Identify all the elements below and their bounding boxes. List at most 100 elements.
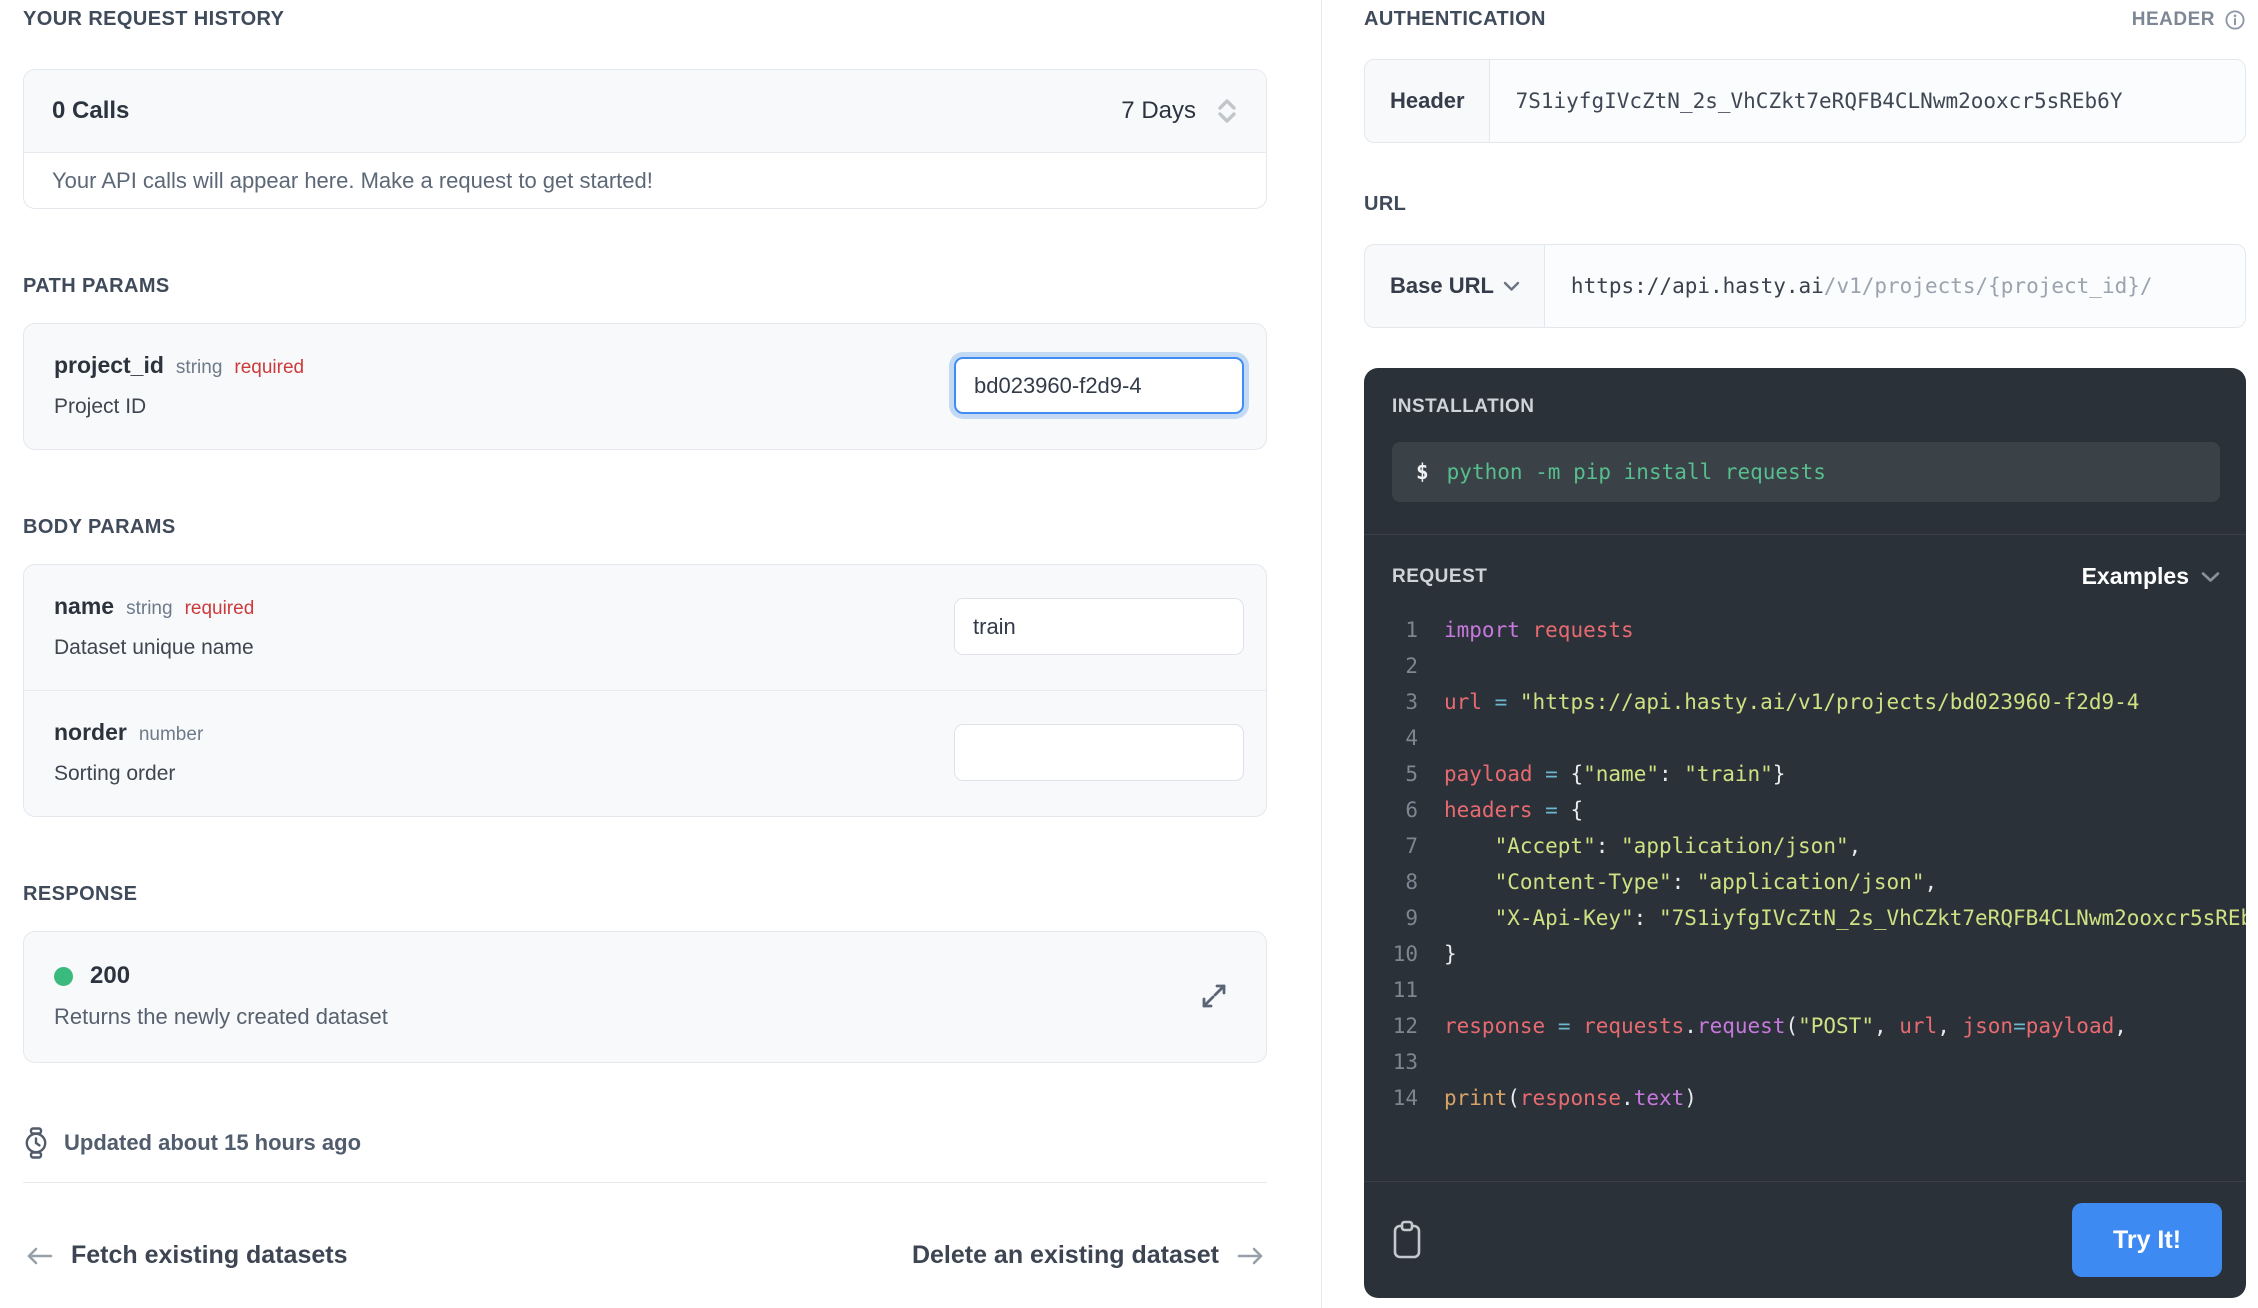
auth-header-row: AUTHENTICATION HEADER [1364,8,2246,31]
dataset-name-input[interactable] [954,598,1244,655]
param-row-project-id: project_id string required Project ID [24,324,1266,449]
path-params-box: project_id string required Project ID [23,323,1267,450]
code-line: 1import requests [1392,612,2246,648]
code-block[interactable]: 1import requests23url = "https://api.has… [1364,612,2246,1181]
param-row-name: name string required Dataset unique name [24,565,1266,690]
authentication-title: AUTHENTICATION [1364,8,1546,31]
unfold-chevrons-icon [1216,97,1238,125]
param-type: string [176,357,222,379]
try-it-button[interactable]: Try It! [2072,1203,2222,1277]
auth-type-label: HEADER [2132,9,2215,31]
code-line: 2 [1392,648,2246,684]
param-required-flag: required [234,357,304,379]
examples-label: Examples [2082,563,2189,590]
response-summary: 200 Returns the newly created dataset [54,962,388,1030]
request-history-title: YOUR REQUEST HISTORY [23,8,1267,31]
api-key-value[interactable]: 7S1iyfgIVcZtN_2s_VhCZkt7eRQFB4CLNwm2ooxc… [1490,60,2245,142]
pager-prev-label: Fetch existing datasets [71,1241,347,1270]
right-column: AUTHENTICATION HEADER Header 7S1iyfgIVcZ… [1322,0,2258,1308]
info-icon [2224,9,2246,31]
install-command: python -m pip install requests [1447,460,1826,484]
examples-dropdown[interactable]: Examples [2082,563,2220,590]
request-header-row: REQUEST Examples [1364,535,2246,590]
param-info: name string required Dataset unique name [54,593,254,660]
param-required-flag: required [185,598,255,620]
request-title: REQUEST [1392,566,1487,588]
param-info: project_id string required Project ID [54,352,304,419]
url-box: Base URL https://api.hasty.ai/v1/project… [1364,244,2246,328]
period-value: 7 Days [1121,97,1196,125]
param-head: norder number [54,719,203,746]
norder-input[interactable] [954,724,1244,781]
code-line: 13 [1392,1044,2246,1080]
period-select[interactable]: 7 Days [1121,97,1238,125]
param-name: name [54,593,114,620]
shell-prompt: $ [1416,460,1429,484]
project-id-input[interactable] [954,357,1244,414]
param-type: string [126,598,172,620]
code-line: 14print(response.text) [1392,1080,2246,1116]
updated-text: Updated about 15 hours ago [64,1130,361,1156]
param-type: number [139,724,203,746]
param-name: norder [54,719,127,746]
response-title: RESPONSE [23,883,1267,906]
calls-count: 0 Calls [52,97,129,125]
footer-divider [23,1182,1267,1183]
api-reference-page: YOUR REQUEST HISTORY 0 Calls 7 Days Your… [0,0,2258,1308]
code-line: 5payload = {"name": "train"} [1392,756,2246,792]
code-line: 9 "X-Api-Key": "7S1iyfgIVcZtN_2s_VhCZkt7… [1392,900,2246,936]
updated-row: Updated about 15 hours ago [23,1127,1267,1159]
param-description: Dataset unique name [54,636,254,660]
pager-next-label: Delete an existing dataset [912,1241,1219,1270]
param-row-norder: norder number Sorting order [24,690,1266,816]
left-column: YOUR REQUEST HISTORY 0 Calls 7 Days Your… [0,0,1322,1308]
chevron-down-icon [2201,571,2220,583]
url-title: URL [1364,193,2246,216]
pager-next-link[interactable]: Delete an existing dataset [912,1241,1267,1270]
installation-section: INSTALLATION $ python -m pip install req… [1364,368,2246,502]
code-line: 8 "Content-Type": "application/json", [1392,864,2246,900]
pager-prev-link[interactable]: Fetch existing datasets [23,1241,347,1270]
param-head: project_id string required [54,352,304,379]
status-dot-icon [54,967,73,986]
code-line: 10} [1392,936,2246,972]
base-url-select[interactable]: Base URL [1365,245,1545,327]
code-line: 12response = requests.request("POST", ur… [1392,1008,2246,1044]
install-command-box[interactable]: $ python -m pip install requests [1392,442,2220,502]
url-host: https://api.hasty.ai [1571,274,1824,298]
auth-header-label: Header [1365,60,1490,142]
code-line: 3url = "https://api.hasty.ai/v1/projects… [1392,684,2246,720]
request-history-box: 0 Calls 7 Days Your API calls will appea… [23,69,1267,209]
panel-footer: Try It! [1364,1181,2246,1298]
arrow-left-icon [23,1245,55,1267]
param-description: Sorting order [54,762,203,786]
installation-title: INSTALLATION [1392,396,2220,418]
code-line: 6headers = { [1392,792,2246,828]
param-head: name string required [54,593,254,620]
code-panel: INSTALLATION $ python -m pip install req… [1364,368,2246,1298]
auth-header-box: Header 7S1iyfgIVcZtN_2s_VhCZkt7eRQFB4CLN… [1364,59,2246,143]
chevron-down-icon [1503,281,1520,292]
code-line: 7 "Accept": "application/json", [1392,828,2246,864]
status-code: 200 [90,962,130,990]
history-empty-message: Your API calls will appear here. Make a … [24,153,1266,208]
request-history-header: 0 Calls 7 Days [24,70,1266,153]
response-status: 200 [54,962,388,990]
path-params-title: PATH PARAMS [23,275,1267,298]
clock-icon [23,1127,49,1159]
param-description: Project ID [54,395,304,419]
clipboard-icon[interactable] [1392,1220,1422,1260]
endpoint-url: https://api.hasty.ai/v1/projects/{projec… [1545,245,2245,327]
url-path: /v1/projects/{project_id}/ [1824,274,2153,298]
body-params-box: name string required Dataset unique name… [23,564,1267,817]
expand-icon[interactable] [1196,978,1232,1014]
response-box[interactable]: 200 Returns the newly created dataset [23,931,1267,1063]
auth-type-badge[interactable]: HEADER [2132,9,2246,31]
base-url-label: Base URL [1390,273,1494,299]
code-line: 4 [1392,720,2246,756]
pager: Fetch existing datasets Delete an existi… [23,1241,1267,1270]
body-params-title: BODY PARAMS [23,516,1267,539]
arrow-right-icon [1235,1245,1267,1267]
param-name: project_id [54,352,164,379]
code-line: 11 [1392,972,2246,1008]
